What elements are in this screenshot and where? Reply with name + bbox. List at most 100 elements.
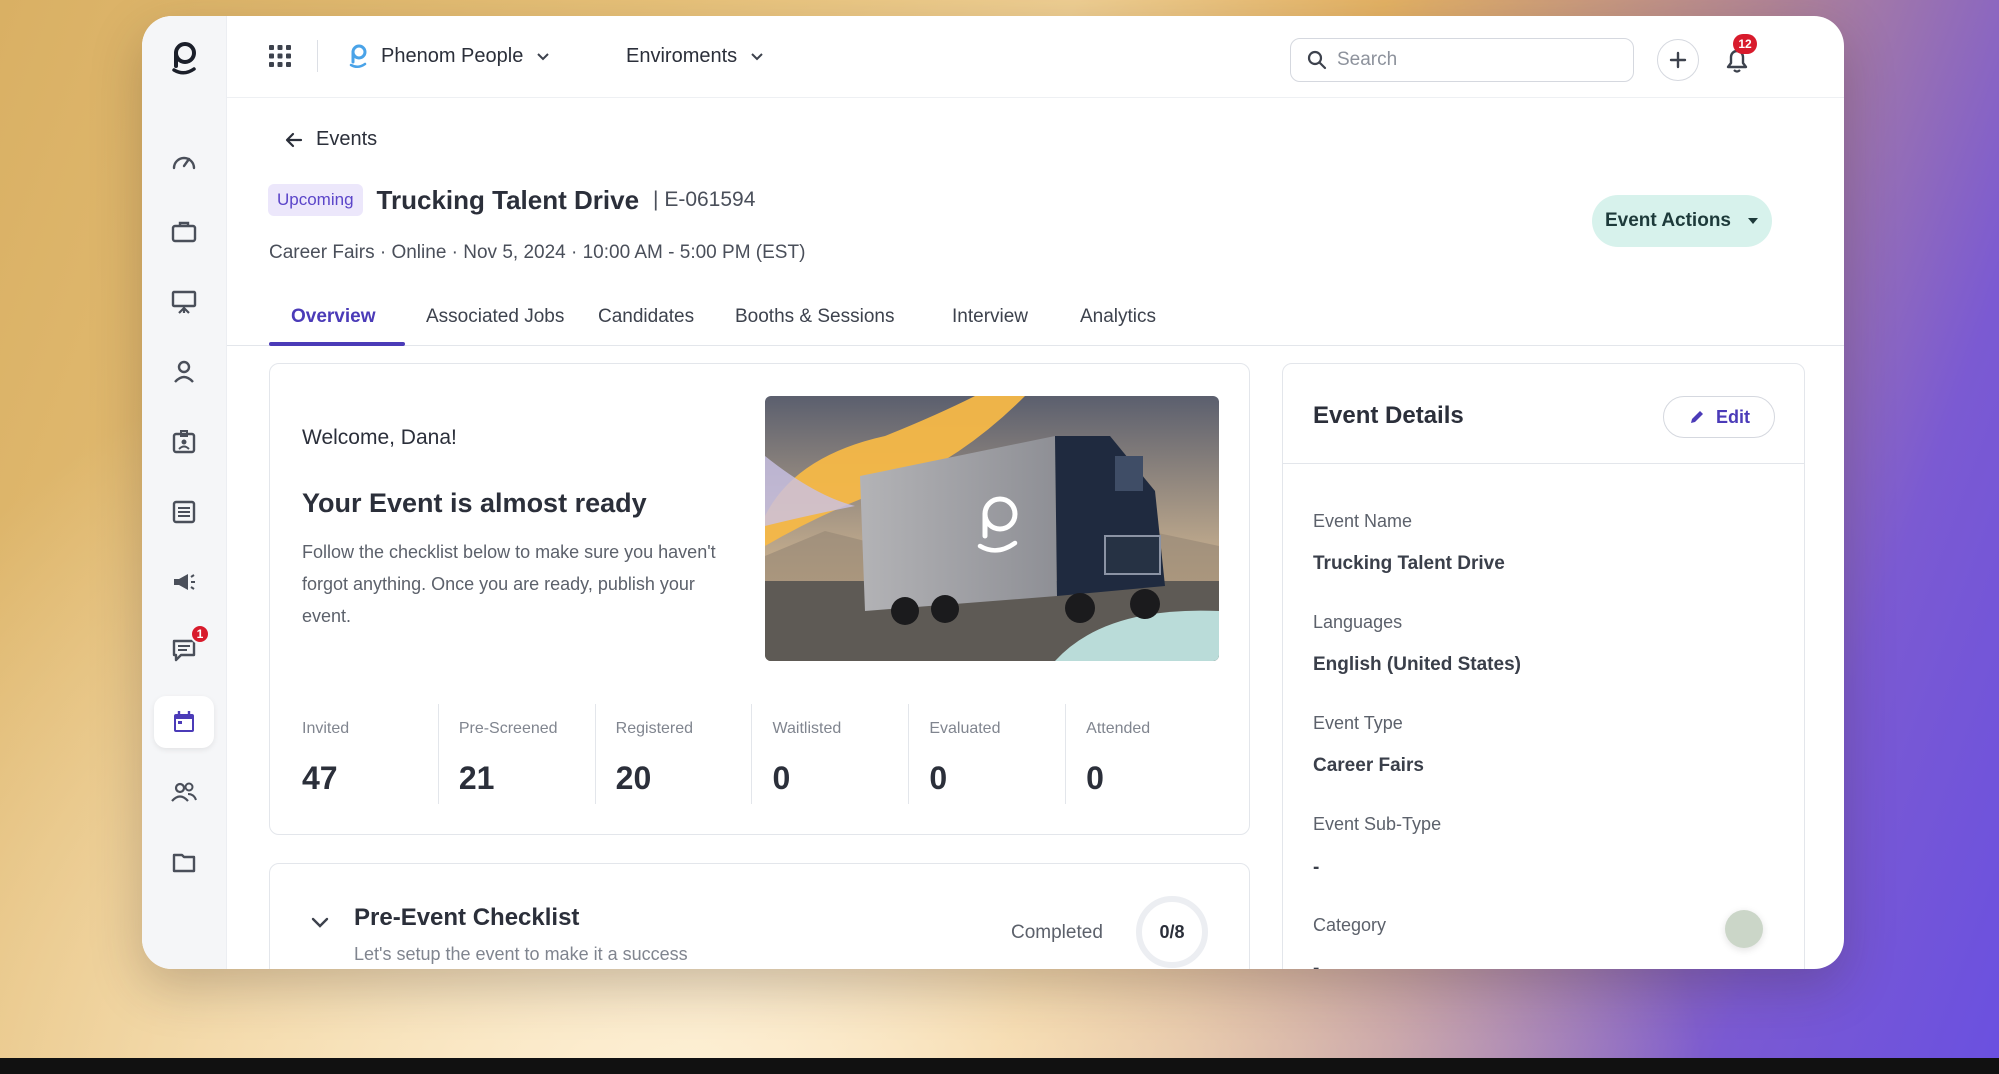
pre-event-checklist-card: Pre-Event Checklist Let's setup the even… [269,863,1250,969]
bottom-bar [0,1058,1999,1074]
field-label-event-name: Event Name [1313,511,1413,531]
event-details-title: Event Details [1313,402,1464,429]
checklist-title: Pre-Event Checklist [354,904,580,931]
floating-assistant-button[interactable] [1725,910,1763,948]
phenom-mini-logo-icon [349,44,367,68]
checklist-completed-label: Completed [1011,922,1103,943]
sidebar-item-dashboard[interactable] [154,136,214,188]
stat-value: 20 [615,760,652,796]
edit-button[interactable]: Edit [1663,396,1775,438]
event-actions-button[interactable]: Event Actions [1592,195,1772,247]
topbar-divider [317,40,318,72]
edit-label: Edit [1716,406,1750,427]
briefcase-icon [171,221,197,243]
field-label-languages: Languages [1313,612,1403,632]
presentation-icon [171,290,197,314]
org-name: Phenom People [381,44,524,67]
stat-evaluated: Evaluated 0 [908,704,1065,804]
event-banner-image [765,396,1219,661]
sidebar-item-jobs[interactable] [154,206,214,258]
person-icon [174,360,194,383]
org-switcher[interactable]: Phenom People [347,38,551,74]
stat-label: Registered [615,720,694,737]
stat-value: 0 [929,760,948,796]
stat-label: Waitlisted [772,720,842,737]
phenom-logo [172,42,196,75]
tab-analytics[interactable]: Analytics [1080,288,1156,346]
field-value-event-sub-type: - [1313,857,1320,878]
folder-icon [172,853,196,873]
sidebar-item-presentations[interactable] [154,276,214,328]
checklist-progress-ring: 0/8 [1136,896,1208,968]
tab-interview[interactable]: Interview [952,288,1028,346]
stat-value: 0 [772,760,791,796]
pencil-icon [1691,411,1703,423]
welcome-body: Follow the checklist below to make sure … [302,542,716,626]
back-to-events-link[interactable]: Events [284,128,377,151]
stat-attended: Attended 0 [1065,704,1222,804]
id-badge-icon [172,430,196,454]
stat-pre-screened: Pre-Screened 21 [437,704,595,804]
welcome-greeting: Welcome, Dana! [302,426,457,449]
event-details-card: Event Details Edit Event Name Trucking T… [1282,363,1805,969]
sidebar-item-campaigns[interactable] [154,556,214,608]
field-value-languages: English (United States) [1313,654,1521,675]
event-title-row: Upcoming Trucking Talent Drive | E-06159… [268,184,755,216]
stat-registered: Registered 20 [594,704,752,804]
people-icon [171,782,197,802]
environments-label: Enviroments [626,44,738,67]
stat-invited: Invited 47 [302,704,438,804]
event-actions-label: Event Actions [1605,210,1731,231]
tab-booths-sessions[interactable]: Booths & Sessions [735,288,894,346]
sidebar-item-files[interactable] [154,836,214,888]
plus-icon [1669,51,1687,69]
field-value-category: - [1313,958,1320,969]
sidebar-item-badges[interactable] [154,416,214,468]
environments-dropdown[interactable]: Enviroments [626,38,765,74]
event-details-header: Event Details Edit [1283,364,1804,464]
chevron-down-icon [751,53,763,61]
topbar: Phenom People Enviroments 12 [227,16,1844,98]
search-box[interactable] [1290,38,1634,82]
stat-value: 21 [458,760,495,796]
tab-bar: Overview Associated Jobs Candidates Boot… [227,288,1844,346]
tab-overview[interactable]: Overview [291,288,376,346]
sidebar-item-lists[interactable] [154,486,214,538]
create-button[interactable] [1657,39,1699,81]
chevron-down-icon[interactable] [308,910,332,934]
app-grid-icon[interactable] [267,43,293,69]
stat-label: Attended [1086,720,1151,737]
stats-row: Invited 47 Pre-Screened 21 Registered 20… [302,704,1222,804]
checklist-progress: 0/8 [1159,921,1185,942]
sidebar-item-messages[interactable]: 1 [154,624,214,676]
event-id: | E-061594 [653,188,756,211]
megaphone-icon [174,574,195,590]
tab-associated-jobs[interactable]: Associated Jobs [426,288,564,346]
page-title: Trucking Talent Drive [376,184,640,215]
chevron-down-icon [537,53,550,61]
search-icon [1307,50,1327,70]
sidebar-item-teams[interactable] [154,766,214,818]
back-label: Events [316,128,378,150]
field-label-event-sub-type: Event Sub-Type [1313,814,1442,834]
event-meta: Career Fairs · Online · Nov 5, 2024 · 10… [269,242,806,263]
welcome-heading: Your Event is almost ready [302,488,647,518]
stat-label: Invited [302,720,350,737]
status-badge: Upcoming [268,184,363,216]
dashboard-icon [172,156,196,170]
stat-value: 0 [1086,760,1104,796]
caret-down-icon [1748,218,1758,224]
notification-badge: 12 [1733,34,1757,54]
sidebar-item-events[interactable] [154,696,214,748]
calendar-icon [174,711,194,732]
checklist-subtitle: Let's setup the event to make it a succe… [354,944,688,964]
field-label-category: Category [1313,915,1387,935]
field-label-event-type: Event Type [1313,713,1403,733]
stat-label: Evaluated [929,720,1001,737]
sidebar-item-candidates[interactable] [154,346,214,398]
tab-candidates[interactable]: Candidates [598,288,694,346]
active-tab-indicator [269,342,405,346]
messages-badge: 1 [190,624,210,644]
search-input[interactable] [1337,49,1597,71]
arrow-left-icon [285,132,303,147]
